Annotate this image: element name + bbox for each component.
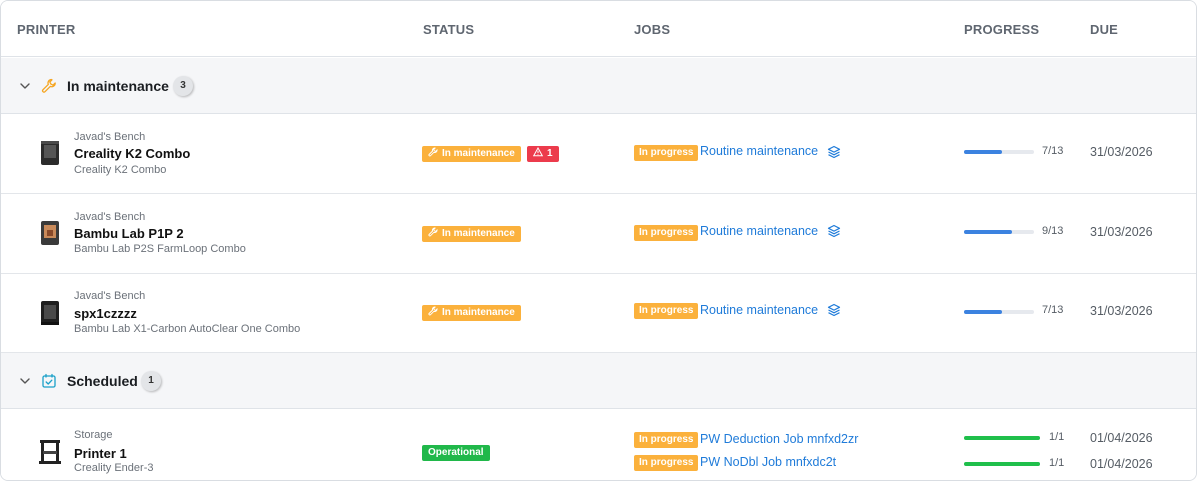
progress-fill xyxy=(964,150,1002,154)
printer-table: PRINTER STATUS JOBS PROGRESS DUE In main… xyxy=(0,0,1197,481)
printer-name[interactable]: Bambu Lab P1P 2 xyxy=(74,226,184,241)
chevron-down-icon[interactable] xyxy=(19,80,31,92)
due-date: 31/03/2026 xyxy=(1090,225,1153,239)
progress-bar xyxy=(964,310,1034,314)
table-row[interactable]: Javad's Bench spx1czzzz Bambu Lab X1-Car… xyxy=(1,274,1196,353)
column-header-due[interactable]: DUE xyxy=(1090,22,1118,37)
progress-bar xyxy=(964,462,1040,466)
printer-model: Bambu Lab P2S FarmLoop Combo xyxy=(74,243,246,255)
wrench-icon xyxy=(428,306,438,316)
group-header-in-maintenance[interactable]: In maintenance 3 xyxy=(1,58,1196,114)
printer-model: Bambu Lab X1-Carbon AutoClear One Combo xyxy=(74,323,301,335)
group-count-badge: 3 xyxy=(173,76,193,96)
progress-count: 1/1 xyxy=(1049,457,1065,469)
alert-count: 1 xyxy=(547,148,553,159)
progress-bar xyxy=(964,436,1040,440)
status-label: In maintenance xyxy=(442,307,515,318)
wrench-icon xyxy=(428,227,438,237)
progress-count: 1/1 xyxy=(1049,431,1065,443)
printer-location: Javad's Bench xyxy=(74,290,146,302)
wrench-icon xyxy=(428,147,438,157)
printer-thumbnail-icon xyxy=(39,440,61,464)
job-link[interactable]: Routine maintenance xyxy=(700,303,818,317)
printer-name[interactable]: spx1czzzz xyxy=(74,306,137,321)
wrench-icon xyxy=(41,78,56,93)
status-badge: Operational xyxy=(422,445,490,461)
printer-location: Javad's Bench xyxy=(74,211,146,223)
progress-count: 7/13 xyxy=(1042,145,1064,157)
printer-location: Storage xyxy=(74,429,113,441)
column-header-printer[interactable]: PRINTER xyxy=(17,22,75,37)
column-header-status[interactable]: STATUS xyxy=(423,22,474,37)
group-title: Scheduled xyxy=(67,373,138,389)
printer-location: Javad's Bench xyxy=(74,131,146,143)
progress-bar xyxy=(964,150,1034,154)
progress-bar xyxy=(964,230,1034,234)
column-header-jobs[interactable]: JOBS xyxy=(634,22,670,37)
alert-badge[interactable]: 1 xyxy=(527,146,559,162)
printer-thumbnail-icon xyxy=(41,301,59,325)
job-state-badge: In progress xyxy=(634,303,699,319)
job-state-badge: In progress xyxy=(634,225,699,241)
status-badge: In maintenance xyxy=(422,146,521,162)
printer-thumbnail-icon xyxy=(41,141,59,165)
layers-icon[interactable] xyxy=(827,303,841,317)
printer-thumbnail-icon xyxy=(41,221,59,245)
column-header-progress[interactable]: PROGRESS xyxy=(964,22,1039,37)
job-state-badge: In progress xyxy=(634,432,699,448)
group-title: In maintenance xyxy=(67,78,169,94)
group-count-badge: 1 xyxy=(141,371,161,391)
layers-icon[interactable] xyxy=(827,145,841,159)
job-state-badge: In progress xyxy=(634,455,699,471)
due-date: 31/03/2026 xyxy=(1090,304,1153,318)
status-badge: In maintenance xyxy=(422,305,521,321)
job-link[interactable]: Routine maintenance xyxy=(700,144,818,158)
job-link[interactable]: PW Deduction Job mnfxd2zr xyxy=(700,432,858,446)
table-row[interactable]: Javad's Bench Creality K2 Combo Creality… xyxy=(1,114,1196,194)
table-row[interactable]: Javad's Bench Bambu Lab P1P 2 Bambu Lab … xyxy=(1,194,1196,274)
warning-icon xyxy=(532,146,544,157)
printer-model: Creality Ender-3 xyxy=(74,462,154,474)
chevron-down-icon[interactable] xyxy=(19,375,31,387)
printer-name[interactable]: Creality K2 Combo xyxy=(74,146,190,161)
calendar-check-icon xyxy=(42,373,56,388)
group-header-scheduled[interactable]: Scheduled 1 xyxy=(1,353,1196,409)
status-badge: In maintenance xyxy=(422,226,521,242)
progress-count: 7/13 xyxy=(1042,304,1064,316)
job-link[interactable]: PW NoDbl Job mnfxdc2t xyxy=(700,455,836,469)
progress-fill xyxy=(964,230,1013,234)
printer-model: Creality K2 Combo xyxy=(74,164,167,176)
progress-fill xyxy=(964,462,1040,466)
job-state-badge: In progress xyxy=(634,145,699,161)
layers-icon[interactable] xyxy=(827,224,841,238)
due-date: 01/04/2026 xyxy=(1090,431,1153,445)
progress-count: 9/13 xyxy=(1042,225,1064,237)
table-header: PRINTER STATUS JOBS PROGRESS DUE xyxy=(1,1,1196,57)
due-date: 31/03/2026 xyxy=(1090,145,1153,159)
job-link[interactable]: Routine maintenance xyxy=(700,224,818,238)
progress-fill xyxy=(964,310,1002,314)
table-row[interactable]: Storage Printer 1 Creality Ender-3 Opera… xyxy=(1,409,1196,480)
progress-fill xyxy=(964,436,1040,440)
status-label: In maintenance xyxy=(442,148,515,159)
due-date: 01/04/2026 xyxy=(1090,457,1153,471)
status-label: In maintenance xyxy=(442,228,515,239)
printer-name[interactable]: Printer 1 xyxy=(74,446,127,461)
